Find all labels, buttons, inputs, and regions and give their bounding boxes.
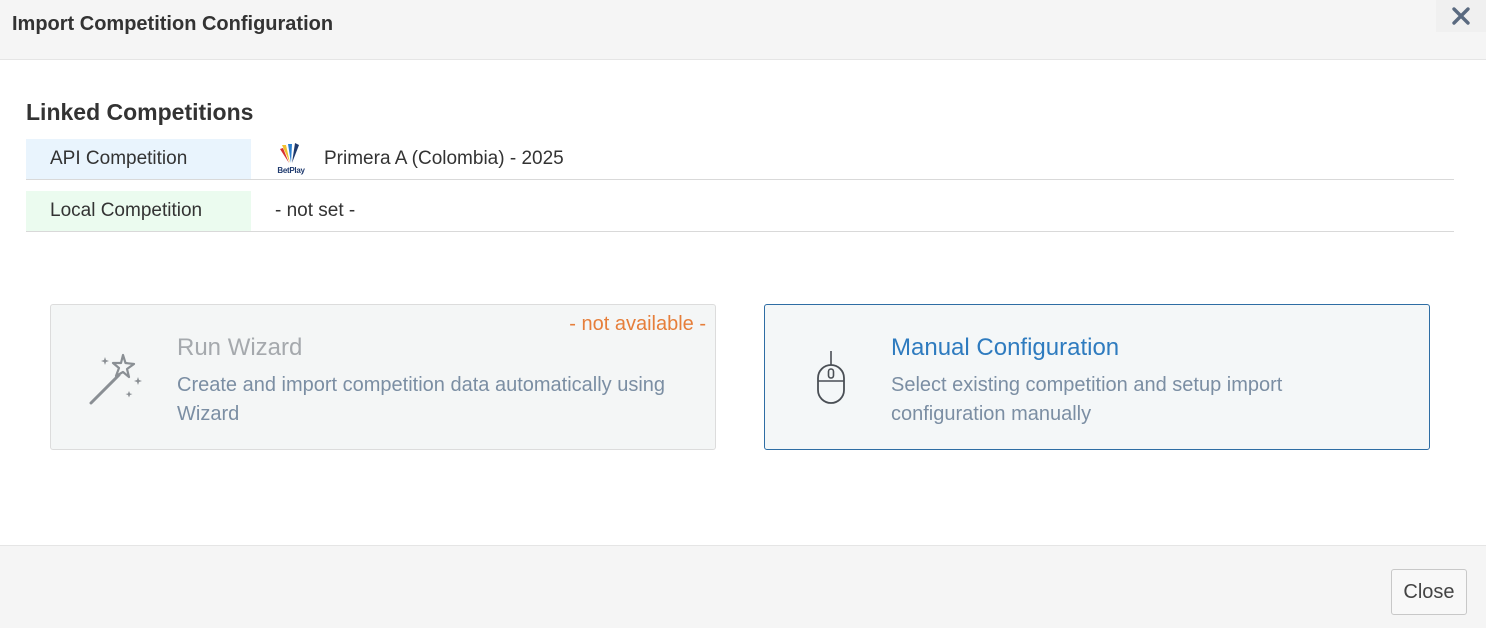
not-available-badge: - not available - bbox=[569, 313, 706, 335]
dialog-footer: Close bbox=[0, 545, 1486, 628]
close-icon bbox=[1452, 7, 1470, 25]
betplay-league-logo: BetPlay bbox=[275, 139, 307, 179]
manual-configuration-title: Manual Configuration bbox=[891, 334, 1120, 361]
local-competition-value: - not set - bbox=[275, 191, 355, 231]
import-config-dialog: Import Competition Configuration Linked … bbox=[0, 0, 1486, 628]
close-button[interactable]: Close bbox=[1391, 569, 1467, 615]
local-competition-row: Local Competition - not set - bbox=[26, 191, 1454, 232]
linked-competitions-title: Linked Competitions bbox=[26, 99, 254, 125]
mouse-icon bbox=[801, 349, 861, 409]
close-x-button[interactable] bbox=[1436, 0, 1486, 32]
manual-configuration-description: Select existing competition and setup im… bbox=[891, 374, 1283, 425]
dialog-header: Import Competition Configuration bbox=[0, 0, 1486, 60]
magic-wand-icon bbox=[85, 349, 145, 409]
run-wizard-description: Create and import competition data autom… bbox=[177, 374, 666, 425]
run-wizard-card: - not available - Run Wizard Create and … bbox=[50, 304, 716, 450]
api-competition-value: Primera A (Colombia) - 2025 bbox=[324, 148, 564, 169]
manual-configuration-card[interactable]: Manual Configuration Select existing com… bbox=[764, 304, 1430, 450]
local-competition-label: Local Competition bbox=[26, 191, 251, 231]
api-competition-label: API Competition bbox=[26, 139, 251, 179]
run-wizard-title: Run Wizard bbox=[177, 334, 303, 361]
api-competition-row: API Competition BetPlay Primera A (Colom… bbox=[26, 139, 1454, 180]
api-competition-value-wrap: BetPlay Primera A (Colombia) - 2025 bbox=[275, 139, 564, 179]
dialog-title: Import Competition Configuration bbox=[12, 13, 334, 35]
local-competition-value-text: - not set - bbox=[275, 200, 356, 221]
